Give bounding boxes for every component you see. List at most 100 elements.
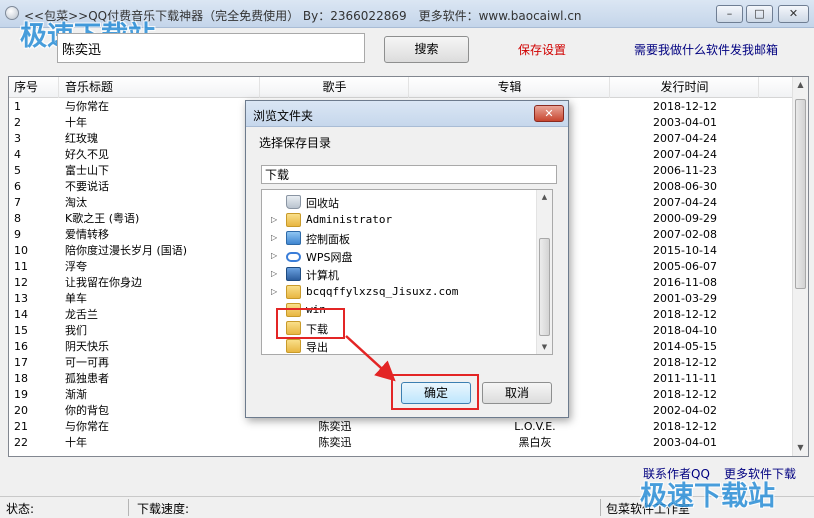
row-title: 我们: [65, 324, 87, 337]
tree-item-label: 控制面板: [306, 233, 350, 246]
cloud-icon: [286, 252, 301, 262]
expand-arrow-icon[interactable]: ▷: [271, 233, 277, 242]
row-title: 红玫瑰: [65, 132, 98, 145]
row-release-date: 2018-12-12: [653, 308, 717, 321]
row-index: 8: [14, 212, 21, 225]
row-index: 19: [14, 388, 28, 401]
scroll-down-icon[interactable]: ▼: [793, 440, 808, 456]
folder-icon: [286, 285, 301, 299]
row-index: 16: [14, 340, 28, 353]
dialog-close-button[interactable]: ✕: [534, 105, 564, 122]
row-index: 9: [14, 228, 21, 241]
tree-item[interactable]: ▷ bcqqffylxzsq_Jisuxz.com: [262, 284, 538, 301]
expand-arrow-icon[interactable]: ▷: [271, 251, 277, 260]
row-index: 7: [14, 196, 21, 209]
row-index: 1: [14, 100, 21, 113]
close-button[interactable]: ✕: [778, 5, 809, 23]
control-panel-icon: [286, 231, 301, 245]
row-title: 淘汰: [65, 196, 87, 209]
email-link[interactable]: 需要我做什么软件发我邮箱: [634, 41, 778, 58]
row-title: 十年: [65, 116, 87, 129]
row-release-date: 2018-12-12: [653, 356, 717, 369]
row-title: 陪你度过漫长岁月 (国语): [65, 244, 188, 257]
browse-folder-dialog: 浏览文件夹 ✕ 选择保存目录 ▲ ▼ 回收站 ▷ Administrator ▷ 控制面…: [245, 100, 569, 418]
row-title: 渐渐: [65, 388, 87, 401]
selected-folder-highlight: [276, 308, 345, 339]
tree-item[interactable]: 导出: [262, 338, 538, 354]
tree-item[interactable]: ▷ 计算机: [262, 266, 538, 283]
row-index: 10: [14, 244, 28, 257]
row-index: 13: [14, 292, 28, 305]
row-title: 浮夸: [65, 260, 87, 273]
save-settings-link[interactable]: 保存设置: [518, 41, 566, 58]
row-index: 4: [14, 148, 21, 161]
row-index: 2: [14, 116, 21, 129]
expand-arrow-icon[interactable]: ▷: [271, 287, 277, 296]
tree-item[interactable]: 回收站: [262, 194, 538, 211]
row-index: 6: [14, 180, 21, 193]
row-title: 与你常在: [65, 420, 109, 433]
row-title: 不要说话: [65, 180, 109, 193]
row-title: 你的背包: [65, 404, 109, 417]
tree-item-label: 导出: [306, 341, 328, 354]
row-release-date: 2015-10-14: [653, 244, 717, 257]
row-index: 3: [14, 132, 21, 145]
download-speed-label: 下载速度:: [137, 502, 190, 516]
row-index: 5: [14, 164, 21, 177]
folder-path-input[interactable]: [261, 165, 557, 184]
maximize-button[interactable]: □: [746, 5, 773, 23]
tree-scroll-thumb[interactable]: [539, 238, 550, 336]
tree-item[interactable]: ▷ WPS网盘: [262, 248, 538, 265]
row-title: 好久不见: [65, 148, 109, 161]
table-scrollbar[interactable]: ▲ ▼: [792, 77, 808, 456]
row-index: 17: [14, 356, 28, 369]
tree-scroll-up-icon[interactable]: ▲: [537, 190, 552, 204]
dialog-prompt: 选择保存目录: [259, 136, 332, 150]
table-row[interactable]: 22 十年 陈奕迅 黑白灰 2003-04-01: [9, 435, 794, 451]
status-label: 状态:: [6, 502, 35, 516]
header-release[interactable]: 发行时间: [611, 77, 759, 98]
dialog-title-bar: 浏览文件夹 ✕: [246, 101, 568, 127]
tree-item-label: WPS网盘: [306, 251, 353, 264]
row-artist: 陈奕迅: [318, 436, 352, 449]
tree-item-label: Administrator: [306, 213, 393, 226]
expand-arrow-icon[interactable]: ▷: [271, 215, 277, 224]
folder-icon: [286, 339, 301, 353]
scroll-up-icon[interactable]: ▲: [793, 77, 808, 93]
tree-item-label: 回收站: [306, 197, 339, 210]
computer-icon: [286, 267, 301, 281]
row-release-date: 2005-06-07: [653, 260, 717, 273]
dialog-title: 浏览文件夹: [253, 109, 314, 123]
row-release-date: 2002-04-02: [653, 404, 717, 417]
header-title[interactable]: 音乐标题: [60, 77, 260, 98]
search-button[interactable]: 搜索: [384, 36, 469, 63]
tree-item-label: 计算机: [306, 269, 339, 282]
minimize-button[interactable]: –: [716, 5, 743, 23]
expand-arrow-icon[interactable]: ▷: [271, 269, 277, 278]
header-artist[interactable]: 歌手: [261, 77, 409, 98]
header-index[interactable]: 序号: [9, 77, 59, 98]
row-title: 龙舌兰: [65, 308, 98, 321]
cancel-button[interactable]: 取消: [482, 382, 552, 404]
app-icon: [5, 6, 19, 20]
status-divider: [128, 499, 129, 516]
row-release-date: 2003-04-01: [653, 116, 717, 129]
row-index: 14: [14, 308, 28, 321]
row-release-date: 2007-04-24: [653, 196, 717, 209]
row-release-date: 2007-02-08: [653, 228, 717, 241]
header-album[interactable]: 专辑: [410, 77, 610, 98]
search-input[interactable]: [57, 33, 365, 63]
row-release-date: 2018-12-12: [653, 420, 717, 433]
row-release-date: 2014-05-15: [653, 340, 717, 353]
tree-item[interactable]: ▷ Administrator: [262, 212, 538, 229]
row-index: 22: [14, 436, 28, 449]
row-title: 单车: [65, 292, 87, 305]
row-release-date: 2018-12-12: [653, 100, 717, 113]
row-title: 让我留在你身边: [65, 276, 142, 289]
table-row[interactable]: 21 与你常在 陈奕迅 L.O.V.E. 2018-12-12: [9, 419, 794, 435]
tree-scroll-down-icon[interactable]: ▼: [537, 340, 552, 354]
tree-scrollbar[interactable]: ▲ ▼: [536, 190, 552, 354]
scroll-thumb[interactable]: [795, 99, 806, 289]
ok-button-highlight: [391, 374, 479, 410]
tree-item[interactable]: ▷ 控制面板: [262, 230, 538, 247]
